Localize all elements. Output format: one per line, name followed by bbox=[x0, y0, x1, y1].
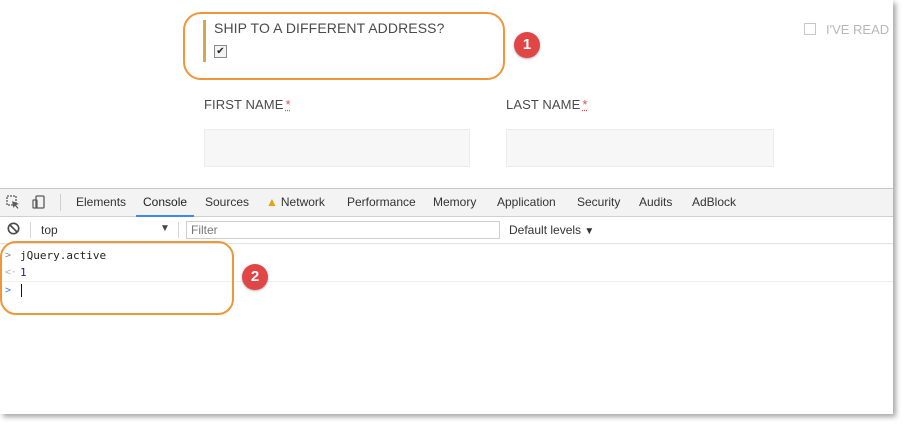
toolbar-separator bbox=[30, 222, 31, 238]
terms-checkbox[interactable] bbox=[804, 23, 816, 35]
annotation-badge-2: 2 bbox=[242, 264, 268, 290]
console-filter-input[interactable]: Filter bbox=[186, 221, 500, 239]
tab-memory[interactable]: Memory bbox=[432, 189, 477, 216]
annotation-highlight-1 bbox=[183, 12, 505, 80]
screenshot-frame: SHIP TO A DIFFERENT ADDRESS? ✔ 1 I'VE RE… bbox=[0, 0, 893, 414]
tab-performance[interactable]: Performance bbox=[346, 189, 417, 216]
inspect-element-icon[interactable] bbox=[6, 195, 20, 209]
first-name-input[interactable] bbox=[204, 129, 470, 167]
required-mark: * bbox=[582, 97, 588, 112]
tab-network-label: Network bbox=[280, 195, 325, 209]
dropdown-arrow-icon: ▼ bbox=[584, 226, 595, 237]
terms-checkbox-row[interactable]: I'VE READ bbox=[804, 22, 889, 37]
dropdown-arrow-icon[interactable]: ▼ bbox=[160, 223, 170, 234]
first-name-label-text: FIRST NAME bbox=[204, 97, 284, 112]
last-name-input[interactable] bbox=[506, 129, 774, 167]
annotation-highlight-2 bbox=[0, 241, 234, 315]
context-selector[interactable]: top bbox=[41, 223, 58, 237]
last-name-label-text: LAST NAME bbox=[506, 97, 581, 112]
devtools-tab-bar: Elements Console Sources ▲ Network Perfor… bbox=[0, 189, 893, 217]
first-name-label: FIRST NAME * bbox=[204, 97, 291, 112]
toolbar-separator bbox=[178, 222, 179, 238]
tab-elements[interactable]: Elements bbox=[75, 189, 127, 216]
device-toolbar-icon[interactable] bbox=[32, 195, 46, 209]
log-levels-label: Default levels bbox=[509, 223, 582, 237]
tab-console[interactable]: Console bbox=[135, 189, 195, 217]
tab-sources[interactable]: Sources bbox=[204, 189, 250, 216]
log-levels-dropdown[interactable]: Default levels ▼ bbox=[509, 223, 594, 237]
console-toolbar: top ▼ Filter Default levels ▼ bbox=[0, 217, 893, 244]
tab-audits[interactable]: Audits bbox=[638, 189, 673, 216]
tab-adblock[interactable]: AdBlock bbox=[691, 189, 737, 216]
last-name-label: LAST NAME * bbox=[506, 97, 588, 112]
terms-label: I'VE READ bbox=[826, 22, 890, 37]
tab-application[interactable]: Application bbox=[496, 189, 557, 216]
required-mark: * bbox=[285, 97, 291, 112]
tab-network[interactable]: ▲ Network bbox=[265, 189, 326, 216]
tab-security[interactable]: Security bbox=[576, 189, 621, 216]
clear-console-icon[interactable] bbox=[7, 222, 20, 240]
annotation-badge-1: 1 bbox=[514, 32, 540, 58]
tab-bar-separator bbox=[60, 194, 61, 211]
checkout-form: SHIP TO A DIFFERENT ADDRESS? ✔ 1 I'VE RE… bbox=[0, 0, 893, 188]
warning-icon: ▲ bbox=[266, 195, 278, 209]
